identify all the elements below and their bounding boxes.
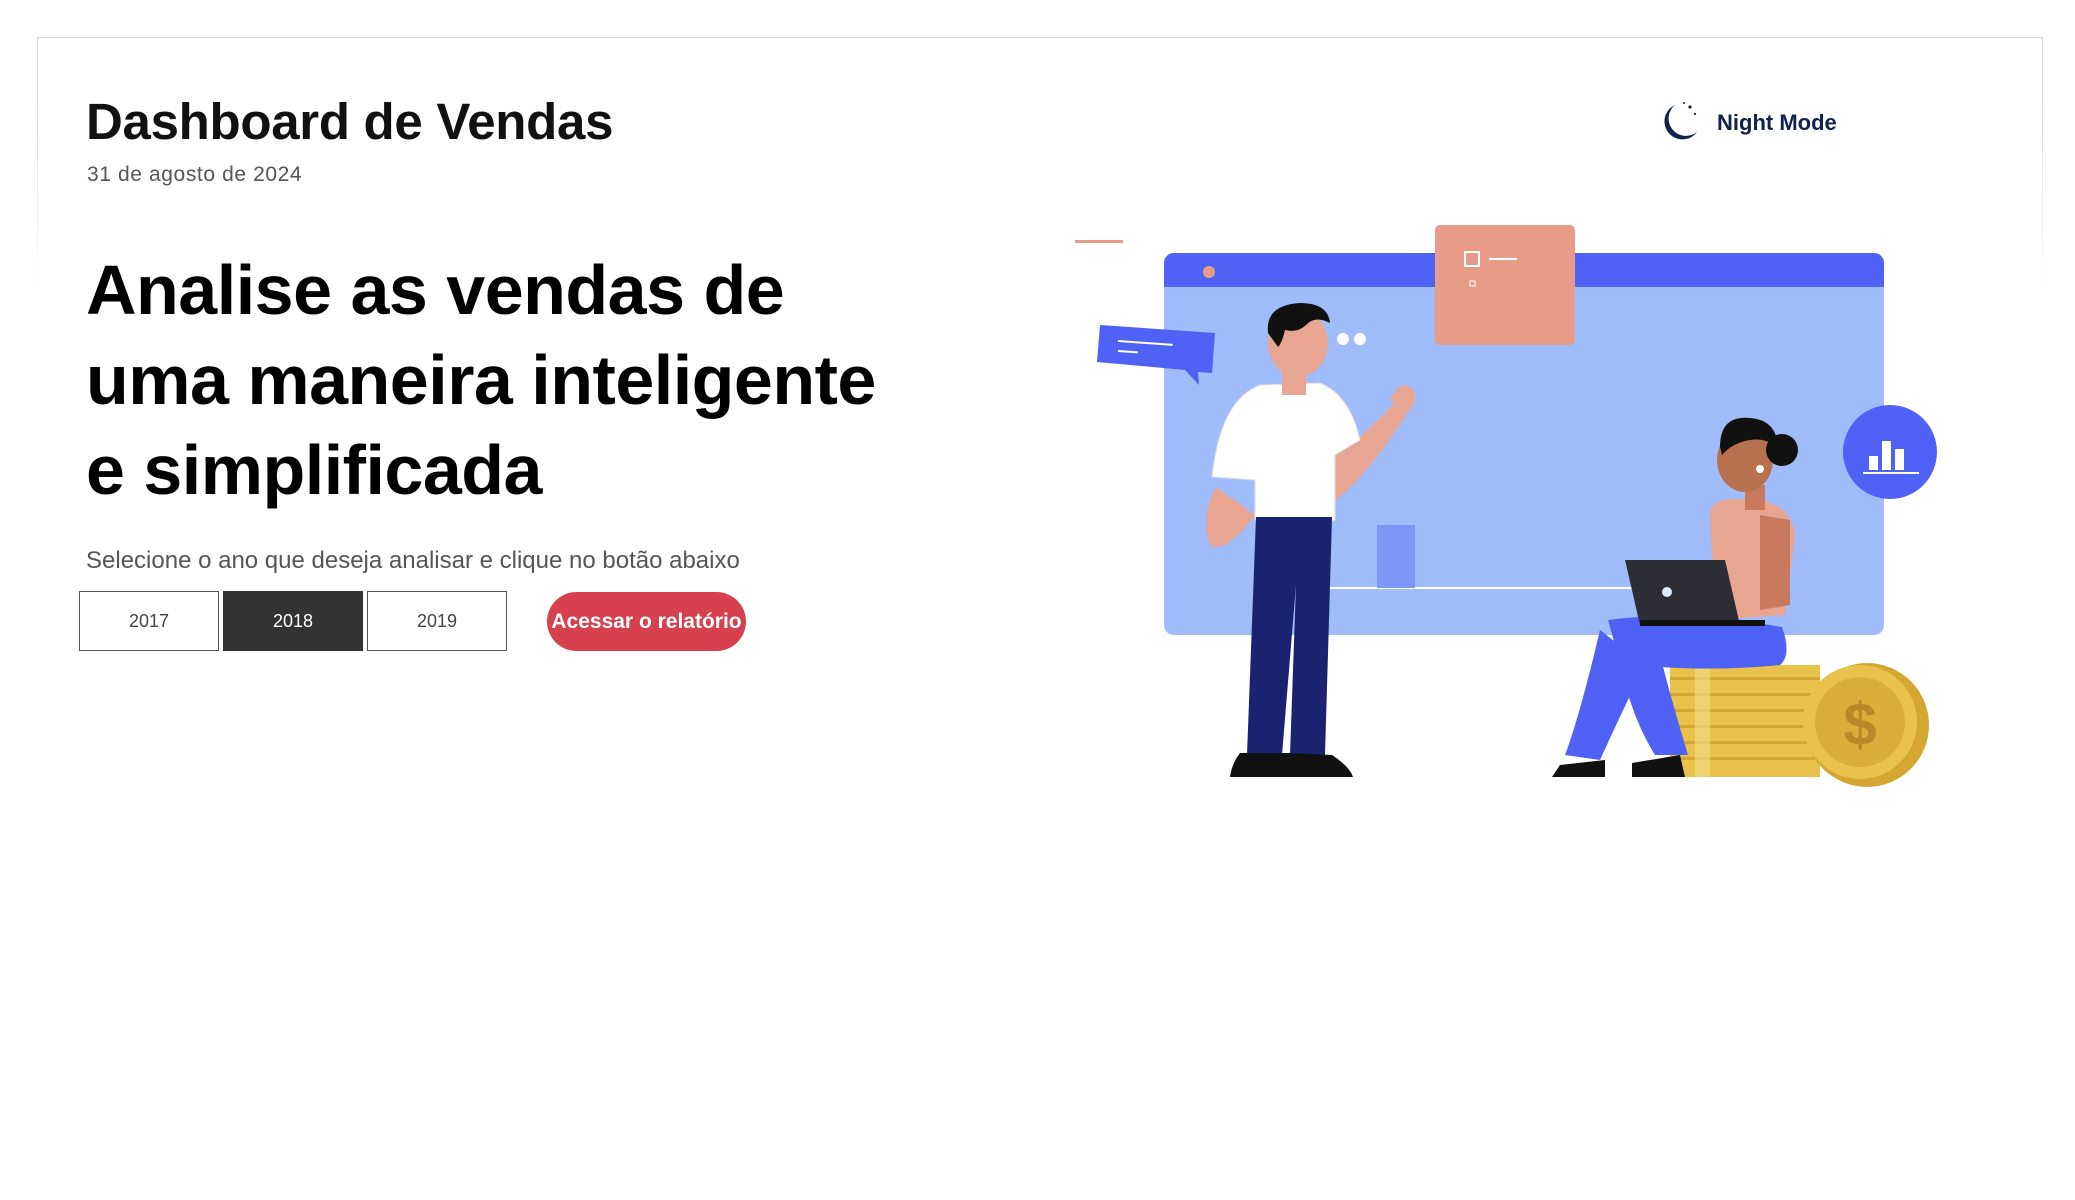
sales-analytics-illustration: $ (1075, 225, 1937, 787)
hero-line-1: Analise as vendas de (86, 251, 785, 329)
hero-line-3: e simplificada (86, 431, 542, 509)
moon-icon (1664, 102, 1697, 140)
hero-heading: Analise as vendas de uma maneira intelig… (86, 245, 986, 515)
year-selector: 2017 2018 2019 (79, 591, 511, 651)
svg-text:$: $ (1843, 691, 1876, 758)
report-button[interactable]: Acessar o relatório (547, 592, 746, 651)
hero-line-2: uma maneira inteligente (86, 341, 876, 419)
night-mode-toggle[interactable]: Night Mode (1657, 100, 1837, 146)
page-title: Dashboard de Vendas (86, 93, 614, 150)
year-button-2018[interactable]: 2018 (223, 591, 363, 651)
year-instruction: Selecione o ano que deseja analisar e cl… (86, 547, 740, 574)
current-date: 31 de agosto de 2024 (87, 163, 303, 186)
year-button-2019[interactable]: 2019 (367, 591, 507, 651)
night-mode-label: Night Mode (1717, 110, 1837, 135)
year-button-2017[interactable]: 2017 (79, 591, 219, 651)
